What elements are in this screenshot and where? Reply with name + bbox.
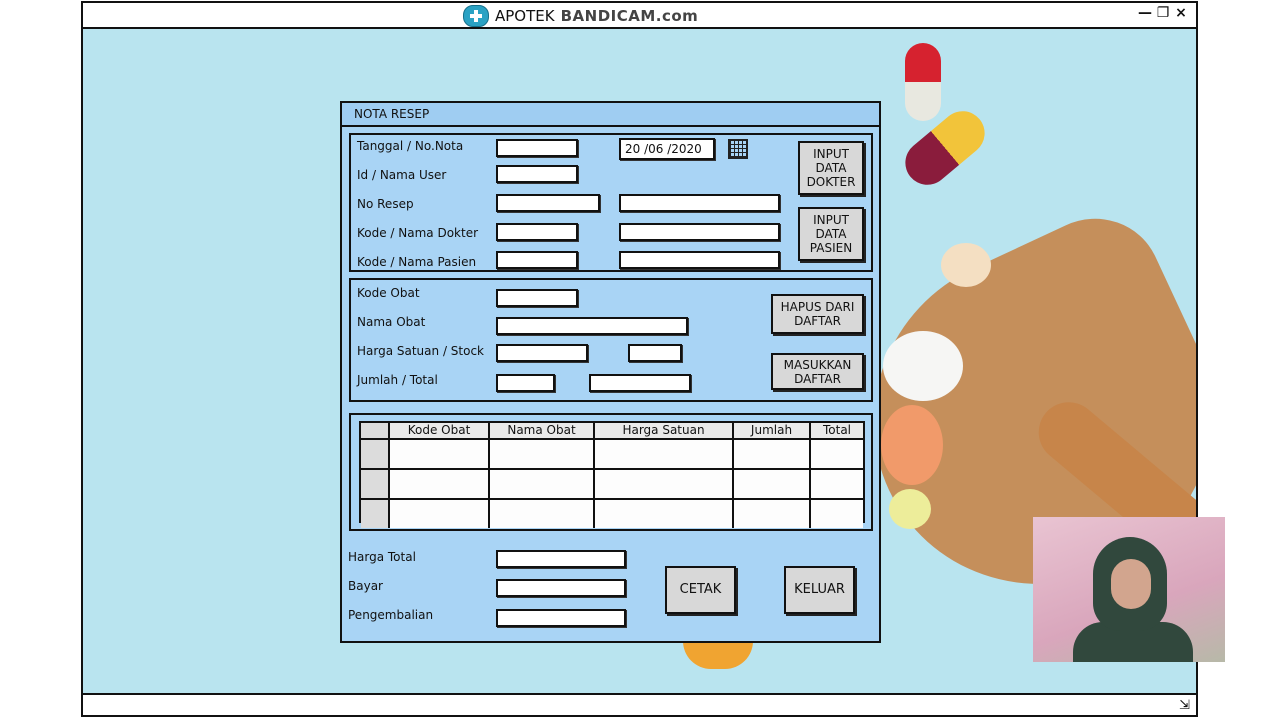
watermark-text: BANDICAM.com	[560, 7, 699, 25]
bayar-label: Bayar	[348, 579, 383, 593]
table-cell[interactable]	[490, 500, 595, 528]
cetak-button[interactable]: CETAK	[665, 566, 736, 614]
bayar-input[interactable]	[496, 579, 626, 597]
table-cell[interactable]	[390, 470, 490, 498]
app-title: APOTEK BANDICAM.com	[463, 5, 698, 27]
table-cell[interactable]	[490, 470, 595, 498]
table-cell[interactable]	[811, 440, 863, 468]
nama-pasien-input[interactable]	[619, 251, 780, 269]
pengembalian-label: Pengembalian	[348, 608, 434, 622]
nama-obat-input[interactable]	[496, 317, 688, 335]
minimize-icon[interactable]: —	[1138, 5, 1152, 21]
total-input[interactable]	[589, 374, 691, 392]
status-bar: ⇲	[83, 693, 1196, 715]
title-bar: APOTEK BANDICAM.com — ❐ ×	[83, 3, 1196, 29]
row-selector-header	[361, 423, 390, 438]
table-cell[interactable]	[595, 470, 734, 498]
resep-detail-input[interactable]	[619, 194, 780, 212]
tablet-white-decoration	[883, 331, 963, 401]
nama-dokter-input[interactable]	[619, 223, 780, 241]
pasien-label: Kode / Nama Pasien	[357, 255, 477, 269]
column-harga-satuan: Harga Satuan	[595, 423, 734, 438]
app-title-text: APOTEK	[495, 7, 555, 25]
capsule-red-decoration	[905, 43, 941, 121]
row-selector-cell[interactable]	[361, 500, 390, 528]
kode-dokter-input[interactable]	[496, 223, 578, 241]
table-row[interactable]	[361, 440, 863, 470]
kode-obat-input[interactable]	[496, 289, 578, 307]
column-kode-obat: Kode Obat	[390, 423, 490, 438]
table-cell[interactable]	[595, 440, 734, 468]
tablet-orange-decoration	[881, 405, 943, 485]
obat-table: Kode Obat Nama Obat Harga Satuan Jumlah …	[359, 421, 865, 528]
nama-obat-label: Nama Obat	[357, 315, 426, 329]
date-input[interactable]: 20 /06 /2020	[619, 138, 715, 160]
person-face	[1111, 559, 1151, 609]
table-row[interactable]	[361, 500, 863, 528]
no-nota-input[interactable]	[496, 139, 578, 157]
app-window: APOTEK BANDICAM.com — ❐ × NOTA RESEP Tan…	[81, 1, 1198, 717]
resize-grip-icon[interactable]: ⇲	[1179, 698, 1190, 713]
kode-obat-label: Kode Obat	[357, 286, 420, 300]
jumlah-input[interactable]	[496, 374, 555, 392]
window-controls: — ❐ ×	[1138, 5, 1188, 21]
table-cell[interactable]	[390, 500, 490, 528]
column-jumlah: Jumlah	[734, 423, 811, 438]
pharmacy-cross-icon	[463, 5, 489, 27]
harga-satuan-input[interactable]	[496, 344, 588, 362]
table-cell[interactable]	[734, 440, 811, 468]
tablet-cream-decoration	[941, 243, 991, 287]
hapus-dari-daftar-button[interactable]: HAPUS DARI DAFTAR	[771, 294, 864, 334]
nota-resep-form: NOTA RESEP Tanggal / No.Nota Id / Nama U…	[340, 101, 881, 643]
column-nama-obat: Nama Obat	[490, 423, 595, 438]
no-resep-input[interactable]	[496, 194, 600, 212]
table-header: Kode Obat Nama Obat Harga Satuan Jumlah …	[361, 423, 863, 440]
dokter-label: Kode / Nama Dokter	[357, 226, 479, 240]
table-cell[interactable]	[734, 500, 811, 528]
jumlah-total-label: Jumlah / Total	[357, 373, 438, 387]
resep-label: No Resep	[357, 197, 414, 211]
masukkan-daftar-button[interactable]: MASUKKAN DAFTAR	[771, 353, 864, 390]
webcam-overlay	[1033, 517, 1225, 662]
pengembalian-input[interactable]	[496, 609, 626, 627]
user-id-input[interactable]	[496, 165, 578, 183]
kode-pasien-input[interactable]	[496, 251, 578, 269]
keluar-button[interactable]: KELUAR	[784, 566, 855, 614]
table-cell[interactable]	[595, 500, 734, 528]
form-title: NOTA RESEP	[342, 103, 879, 127]
maximize-icon[interactable]: ❐	[1156, 5, 1170, 21]
row-selector-cell[interactable]	[361, 440, 390, 468]
calendar-icon[interactable]	[728, 139, 748, 159]
tanggal-label: Tanggal / No.Nota	[357, 139, 464, 153]
input-data-pasien-button[interactable]: INPUT DATA PASIEN	[798, 207, 864, 261]
stock-input[interactable]	[628, 344, 682, 362]
table-cell[interactable]	[490, 440, 595, 468]
header-group	[349, 133, 873, 272]
column-total: Total	[822, 423, 852, 437]
row-selector-cell[interactable]	[361, 470, 390, 498]
input-data-dokter-button[interactable]: INPUT DATA DOKTER	[798, 141, 864, 195]
user-label: Id / Nama User	[357, 168, 447, 182]
harga-stock-label: Harga Satuan / Stock	[357, 344, 485, 358]
table-row[interactable]	[361, 470, 863, 500]
table-cell[interactable]	[811, 500, 863, 528]
close-icon[interactable]: ×	[1174, 5, 1188, 21]
table-cell[interactable]	[734, 470, 811, 498]
table-cell[interactable]	[811, 470, 863, 498]
harga-total-label: Harga Total	[348, 550, 416, 564]
tablet-yellow-decoration	[889, 489, 931, 529]
harga-total-input[interactable]	[496, 550, 626, 568]
table-cell[interactable]	[390, 440, 490, 468]
